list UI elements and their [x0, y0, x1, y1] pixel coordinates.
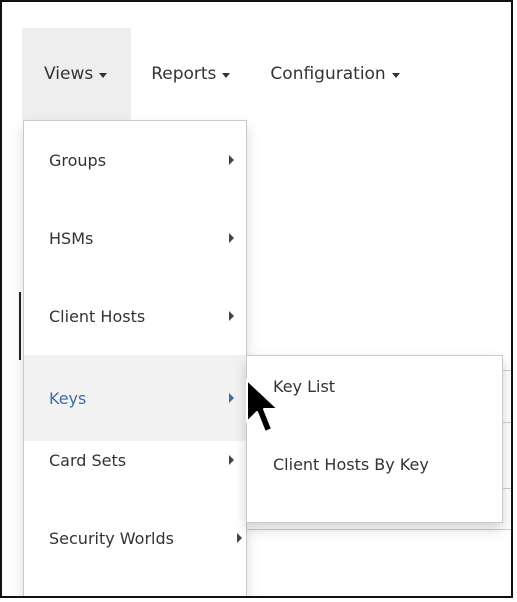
- menu-item-label: Client Hosts: [49, 306, 146, 326]
- app-window: Views Reports Configuration Groups HSMs …: [0, 0, 513, 598]
- chevron-right-icon: [229, 233, 234, 243]
- chevron-right-icon: [229, 393, 234, 403]
- chevron-right-icon: [229, 155, 234, 165]
- nav-label: Reports: [151, 64, 217, 84]
- menu-item-security-worlds[interactable]: Security Worlds: [24, 499, 246, 577]
- menu-item-hsms[interactable]: HSMs: [24, 199, 246, 277]
- views-dropdown-menu: Groups HSMs Client Hosts Keys Card Sets …: [23, 120, 247, 596]
- menu-item-label: Groups: [49, 150, 107, 170]
- nav-views-dropdown[interactable]: Views: [22, 28, 132, 120]
- caret-down-icon: [391, 72, 400, 78]
- menu-item-label: HSMs: [49, 228, 94, 248]
- caret-down-icon: [222, 72, 231, 78]
- chevron-right-icon: [229, 311, 234, 321]
- nav-label: Views: [44, 64, 94, 84]
- menu-item-label: Keys: [49, 388, 87, 408]
- submenu-item-label: Client Hosts By Key: [273, 454, 429, 474]
- chevron-right-icon: [229, 455, 234, 465]
- menu-item-label: Card Sets: [49, 450, 127, 470]
- menu-item-groups[interactable]: Groups: [24, 121, 246, 199]
- chevron-right-icon: [237, 533, 242, 543]
- mouse-pointer-icon: [246, 379, 279, 433]
- nav-label: Configuration: [270, 64, 386, 84]
- nav-reports-dropdown[interactable]: Reports: [131, 28, 250, 120]
- menu-item-card-sets[interactable]: Card Sets: [24, 421, 246, 499]
- top-navbar: Views Reports Configuration: [22, 28, 420, 120]
- nav-configuration-dropdown[interactable]: Configuration: [250, 28, 419, 120]
- background-divider: [19, 292, 21, 360]
- menu-item-label: Security Worlds: [49, 528, 174, 548]
- menu-item-client-hosts[interactable]: Client Hosts: [24, 277, 246, 355]
- submenu-item-client-hosts-by-key[interactable]: Client Hosts By Key: [247, 434, 502, 494]
- background-table-line: [247, 529, 511, 530]
- caret-down-icon: [99, 72, 108, 78]
